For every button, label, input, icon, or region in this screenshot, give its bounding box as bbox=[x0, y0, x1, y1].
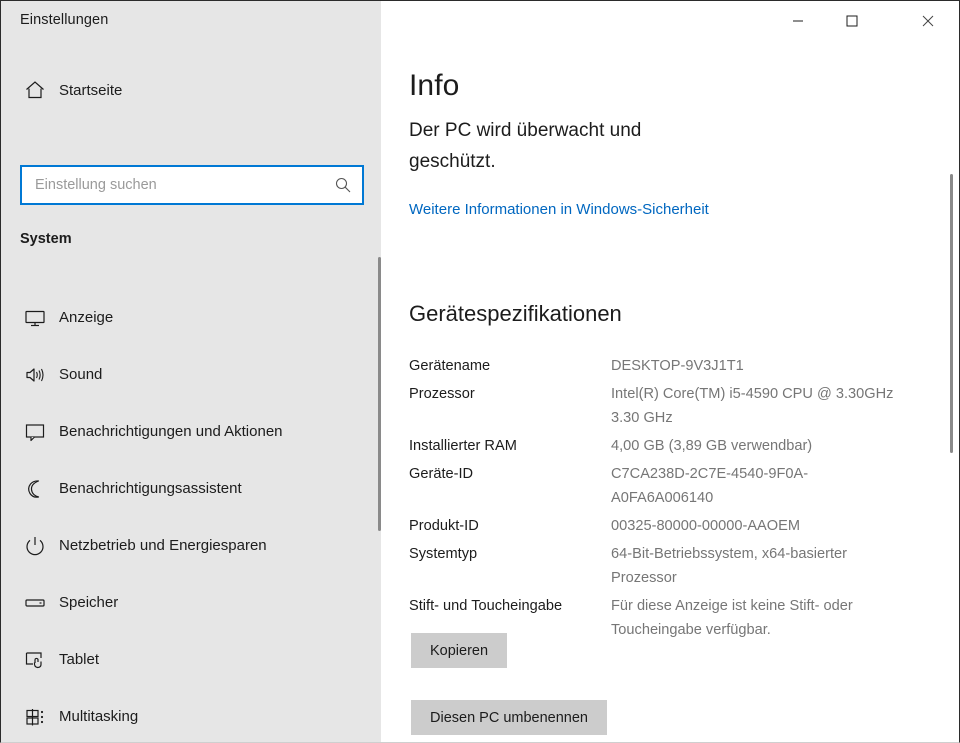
spec-label: Stift- und Toucheingabe bbox=[409, 598, 563, 614]
sidebar-item-netzbetrieb-label: Netzbetrieb und Energiesparen bbox=[59, 537, 267, 554]
sidebar-item-benachrichtigungen[interactable]: Benachrichtigungen und Aktionen bbox=[1, 403, 381, 460]
spec-row: Geräte-ID C7CA238D-2C7E-4540-9F0A- A0FA6… bbox=[409, 462, 929, 510]
sidebar-item-tablet[interactable]: Tablet bbox=[1, 631, 381, 688]
content-scrollbar[interactable] bbox=[946, 81, 956, 742]
minimize-icon bbox=[793, 20, 803, 22]
spec-value: DESKTOP-9V3J1T1 bbox=[611, 358, 744, 374]
app-title: Einstellungen bbox=[20, 12, 109, 28]
sidebar-nav-list: Anzeige Sound Benachrichtigungen und Akt… bbox=[1, 289, 381, 742]
copy-button[interactable]: Kopieren bbox=[411, 633, 508, 668]
moon-icon bbox=[15, 478, 55, 500]
spec-value: Für diese Anzeige ist keine Stift- oder … bbox=[611, 598, 853, 638]
sidebar-item-home-label: Startseite bbox=[59, 81, 123, 99]
sidebar-item-speicher-label: Speicher bbox=[59, 594, 119, 611]
close-button[interactable] bbox=[905, 1, 951, 41]
sidebar-item-home[interactable]: Startseite bbox=[1, 69, 361, 111]
close-icon bbox=[922, 15, 934, 27]
spec-value: 00325-80000-00000-AAOEM bbox=[611, 518, 801, 534]
sidebar-group-title: System bbox=[20, 231, 72, 247]
title-bar: Einstellungen bbox=[1, 1, 959, 41]
spec-value: Intel(R) Core(TM) i5-4590 CPU @ 3.30GHz … bbox=[611, 386, 894, 426]
speech-bubble-icon bbox=[15, 421, 55, 443]
spec-value: 64-Bit-Betriebssystem, x64-basierter Pro… bbox=[611, 546, 848, 586]
spec-value: 4,00 GB (3,89 GB verwendbar) bbox=[611, 438, 813, 454]
page-title: Info bbox=[409, 69, 460, 102]
section-title-device-specs: Gerätespezifikationen bbox=[409, 301, 622, 326]
content-scrollbar-thumb[interactable] bbox=[950, 174, 953, 453]
sidebar-item-sound-label: Sound bbox=[59, 366, 103, 383]
spec-label: Produkt-ID bbox=[409, 518, 479, 534]
spec-row: Gerätename DESKTOP-9V3J1T1 bbox=[409, 354, 929, 378]
maximize-button[interactable] bbox=[829, 1, 875, 41]
search-input[interactable] bbox=[22, 167, 324, 203]
tablet-touch-icon bbox=[15, 649, 55, 671]
sidebar-item-netzbetrieb[interactable]: Netzbetrieb und Energiesparen bbox=[1, 517, 381, 574]
sidebar-item-tablet-label: Tablet bbox=[59, 651, 100, 668]
device-specifications-table: Gerätename DESKTOP-9V3J1T1 Prozessor Int… bbox=[409, 354, 929, 646]
home-icon bbox=[15, 79, 55, 101]
spec-label: Geräte-ID bbox=[409, 466, 474, 482]
spec-row: Installierter RAM 4,00 GB (3,89 GB verwe… bbox=[409, 434, 929, 458]
sidebar: Startseite System bbox=[1, 41, 381, 742]
sidebar-item-benachrichtigungsassistent-label: Benachrichtigungsassistent bbox=[59, 480, 242, 497]
protection-status-text: Der PC wird überwacht und geschützt. bbox=[409, 120, 642, 172]
windows-security-link[interactable]: Weitere Informationen in Windows-Sicherh… bbox=[409, 201, 709, 218]
spec-label: Systemtyp bbox=[409, 546, 478, 562]
speaker-icon bbox=[15, 364, 55, 386]
power-icon bbox=[15, 535, 55, 557]
sidebar-item-anzeige-label: Anzeige bbox=[59, 309, 114, 326]
content-pane: Info Der PC wird überwacht und geschützt… bbox=[381, 41, 959, 742]
sidebar-item-multitasking[interactable]: Multitasking bbox=[1, 688, 381, 742]
spec-row: Prozessor Intel(R) Core(TM) i5-4590 CPU … bbox=[409, 382, 929, 430]
sidebar-item-sound[interactable]: Sound bbox=[1, 346, 381, 403]
spec-label: Prozessor bbox=[409, 386, 475, 402]
sidebar-item-benachrichtigungen-label: Benachrichtigungen und Aktionen bbox=[59, 423, 283, 440]
spec-value: C7CA238D-2C7E-4540-9F0A- A0FA6A006140 bbox=[611, 466, 809, 506]
sidebar-item-benachrichtigungsassistent[interactable]: Benachrichtigungsassistent bbox=[1, 460, 381, 517]
search-icon bbox=[324, 176, 362, 194]
maximize-icon bbox=[846, 15, 858, 27]
minimize-button[interactable] bbox=[775, 1, 821, 41]
rename-pc-button[interactable]: Diesen PC umbenennen bbox=[411, 700, 607, 735]
spec-label: Installierter RAM bbox=[409, 438, 517, 454]
sidebar-item-anzeige[interactable]: Anzeige bbox=[1, 289, 381, 346]
settings-window: Einstellungen Startseite Einstellung suc… bbox=[0, 0, 960, 743]
search-box[interactable] bbox=[20, 165, 364, 205]
sidebar-item-speicher[interactable]: Speicher bbox=[1, 574, 381, 631]
spec-row: Produkt-ID 00325-80000-00000-AAOEM bbox=[409, 514, 929, 538]
spec-label: Gerätename bbox=[409, 358, 491, 374]
multitasking-icon bbox=[15, 706, 55, 728]
monitor-icon bbox=[15, 307, 55, 329]
sidebar-item-multitasking-label: Multitasking bbox=[59, 708, 139, 725]
spec-row: Systemtyp 64-Bit-Betriebssystem, x64-bas… bbox=[409, 542, 929, 590]
drive-icon bbox=[15, 592, 55, 614]
